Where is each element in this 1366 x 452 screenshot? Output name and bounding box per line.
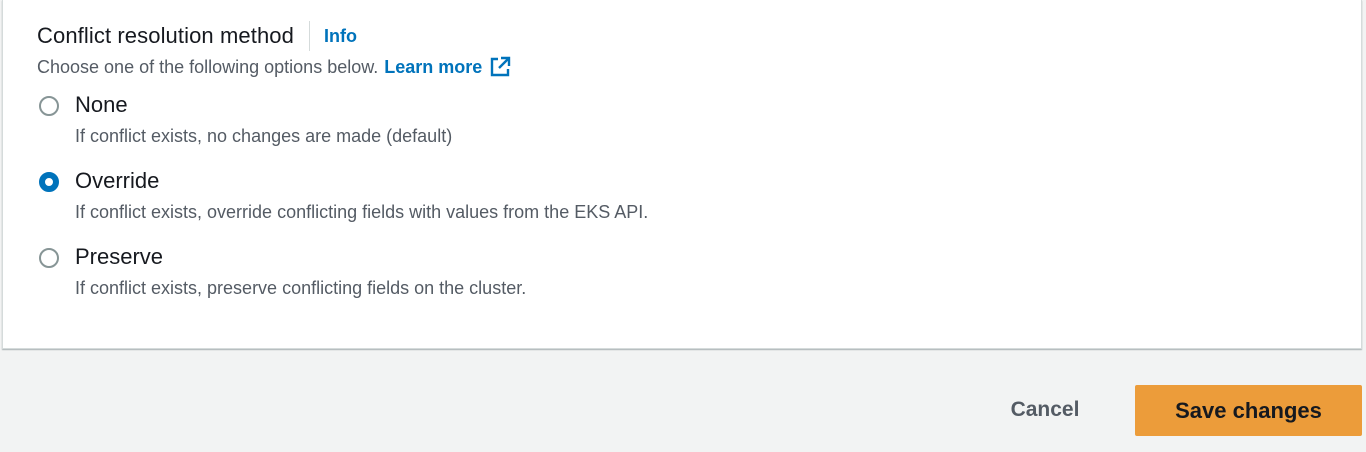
save-changes-button[interactable]: Save changes bbox=[1135, 385, 1362, 436]
radio-button-override[interactable] bbox=[39, 172, 59, 192]
radio-button-none[interactable] bbox=[39, 96, 59, 116]
field-label: Conflict resolution method bbox=[37, 23, 294, 48]
learn-more-label: Learn more bbox=[384, 56, 483, 77]
header-divider bbox=[308, 21, 310, 51]
option-label[interactable]: Preserve bbox=[75, 244, 163, 270]
info-link[interactable]: Info bbox=[324, 26, 357, 47]
option-label[interactable]: Override bbox=[75, 168, 159, 194]
external-link-icon bbox=[491, 56, 511, 77]
learn-more-link[interactable]: Learn more bbox=[384, 56, 511, 78]
option-description: If conflict exists, no changes are made … bbox=[75, 126, 453, 146]
description-text: Choose one of the following options belo… bbox=[37, 56, 379, 77]
field-description: Choose one of the following options belo… bbox=[37, 56, 511, 78]
option-description: If conflict exists, override conflicting… bbox=[75, 202, 649, 222]
cancel-button[interactable]: Cancel bbox=[985, 385, 1105, 435]
radio-button-preserve[interactable] bbox=[39, 248, 59, 268]
field-header: Conflict resolution method Info bbox=[37, 20, 357, 52]
settings-panel: Conflict resolution method Info Choose o… bbox=[2, 0, 1362, 349]
option-description: If conflict exists, preserve conflicting… bbox=[75, 278, 527, 298]
option-label[interactable]: None bbox=[75, 92, 128, 118]
